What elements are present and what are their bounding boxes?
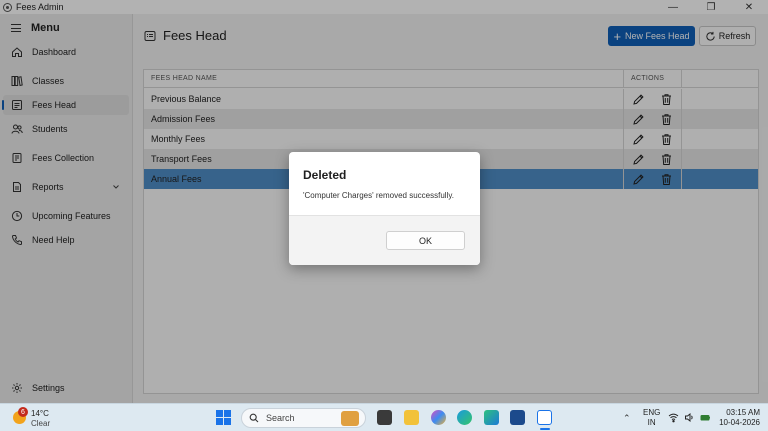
- search-placeholder: Search: [266, 413, 295, 423]
- language-indicator[interactable]: ENG IN: [643, 408, 660, 428]
- task-view-icon[interactable]: [377, 410, 392, 425]
- taskbar: 6 14°C Clear Search ⌃ ENG IN 03:15 AM 10…: [0, 403, 768, 431]
- volume-icon[interactable]: [684, 412, 695, 423]
- dialog-message: 'Computer Charges' removed successfully.: [303, 191, 454, 200]
- system-tray: [668, 412, 711, 423]
- windows-start-icon[interactable]: [216, 410, 231, 425]
- battery-icon[interactable]: [700, 412, 711, 423]
- search-highlight-icon: [341, 411, 359, 426]
- excel-icon[interactable]: [484, 410, 499, 425]
- copilot-icon[interactable]: [431, 410, 446, 425]
- search-icon: [249, 413, 259, 423]
- temperature: 14°C: [31, 409, 49, 418]
- notification-badge: 6: [18, 407, 28, 417]
- wifi-icon[interactable]: [668, 412, 679, 423]
- chevron-up-icon[interactable]: ⌃: [623, 413, 631, 424]
- clock-time: 03:15 AM: [726, 408, 760, 417]
- store-icon[interactable]: [510, 410, 525, 425]
- language-code: ENG: [643, 408, 661, 417]
- dialog-footer: OK: [289, 215, 480, 265]
- edge-browser-icon[interactable]: [457, 410, 472, 425]
- deleted-dialog: Deleted 'Computer Charges' removed succe…: [289, 152, 480, 265]
- fees-admin-app-icon[interactable]: [537, 410, 552, 425]
- system-clock[interactable]: 03:15 AM 10-04-2026: [718, 408, 760, 428]
- weather-widget[interactable]: 6 14°C Clear: [11, 407, 71, 429]
- dialog-title: Deleted: [303, 168, 347, 182]
- weather-condition: Clear: [31, 419, 51, 428]
- file-explorer-icon[interactable]: [404, 410, 419, 425]
- region-code: IN: [647, 418, 656, 427]
- taskbar-search[interactable]: Search: [241, 408, 366, 428]
- clock-date: 10-04-2026: [719, 418, 760, 427]
- ok-button[interactable]: OK: [386, 231, 465, 250]
- active-app-indicator: [540, 428, 550, 430]
